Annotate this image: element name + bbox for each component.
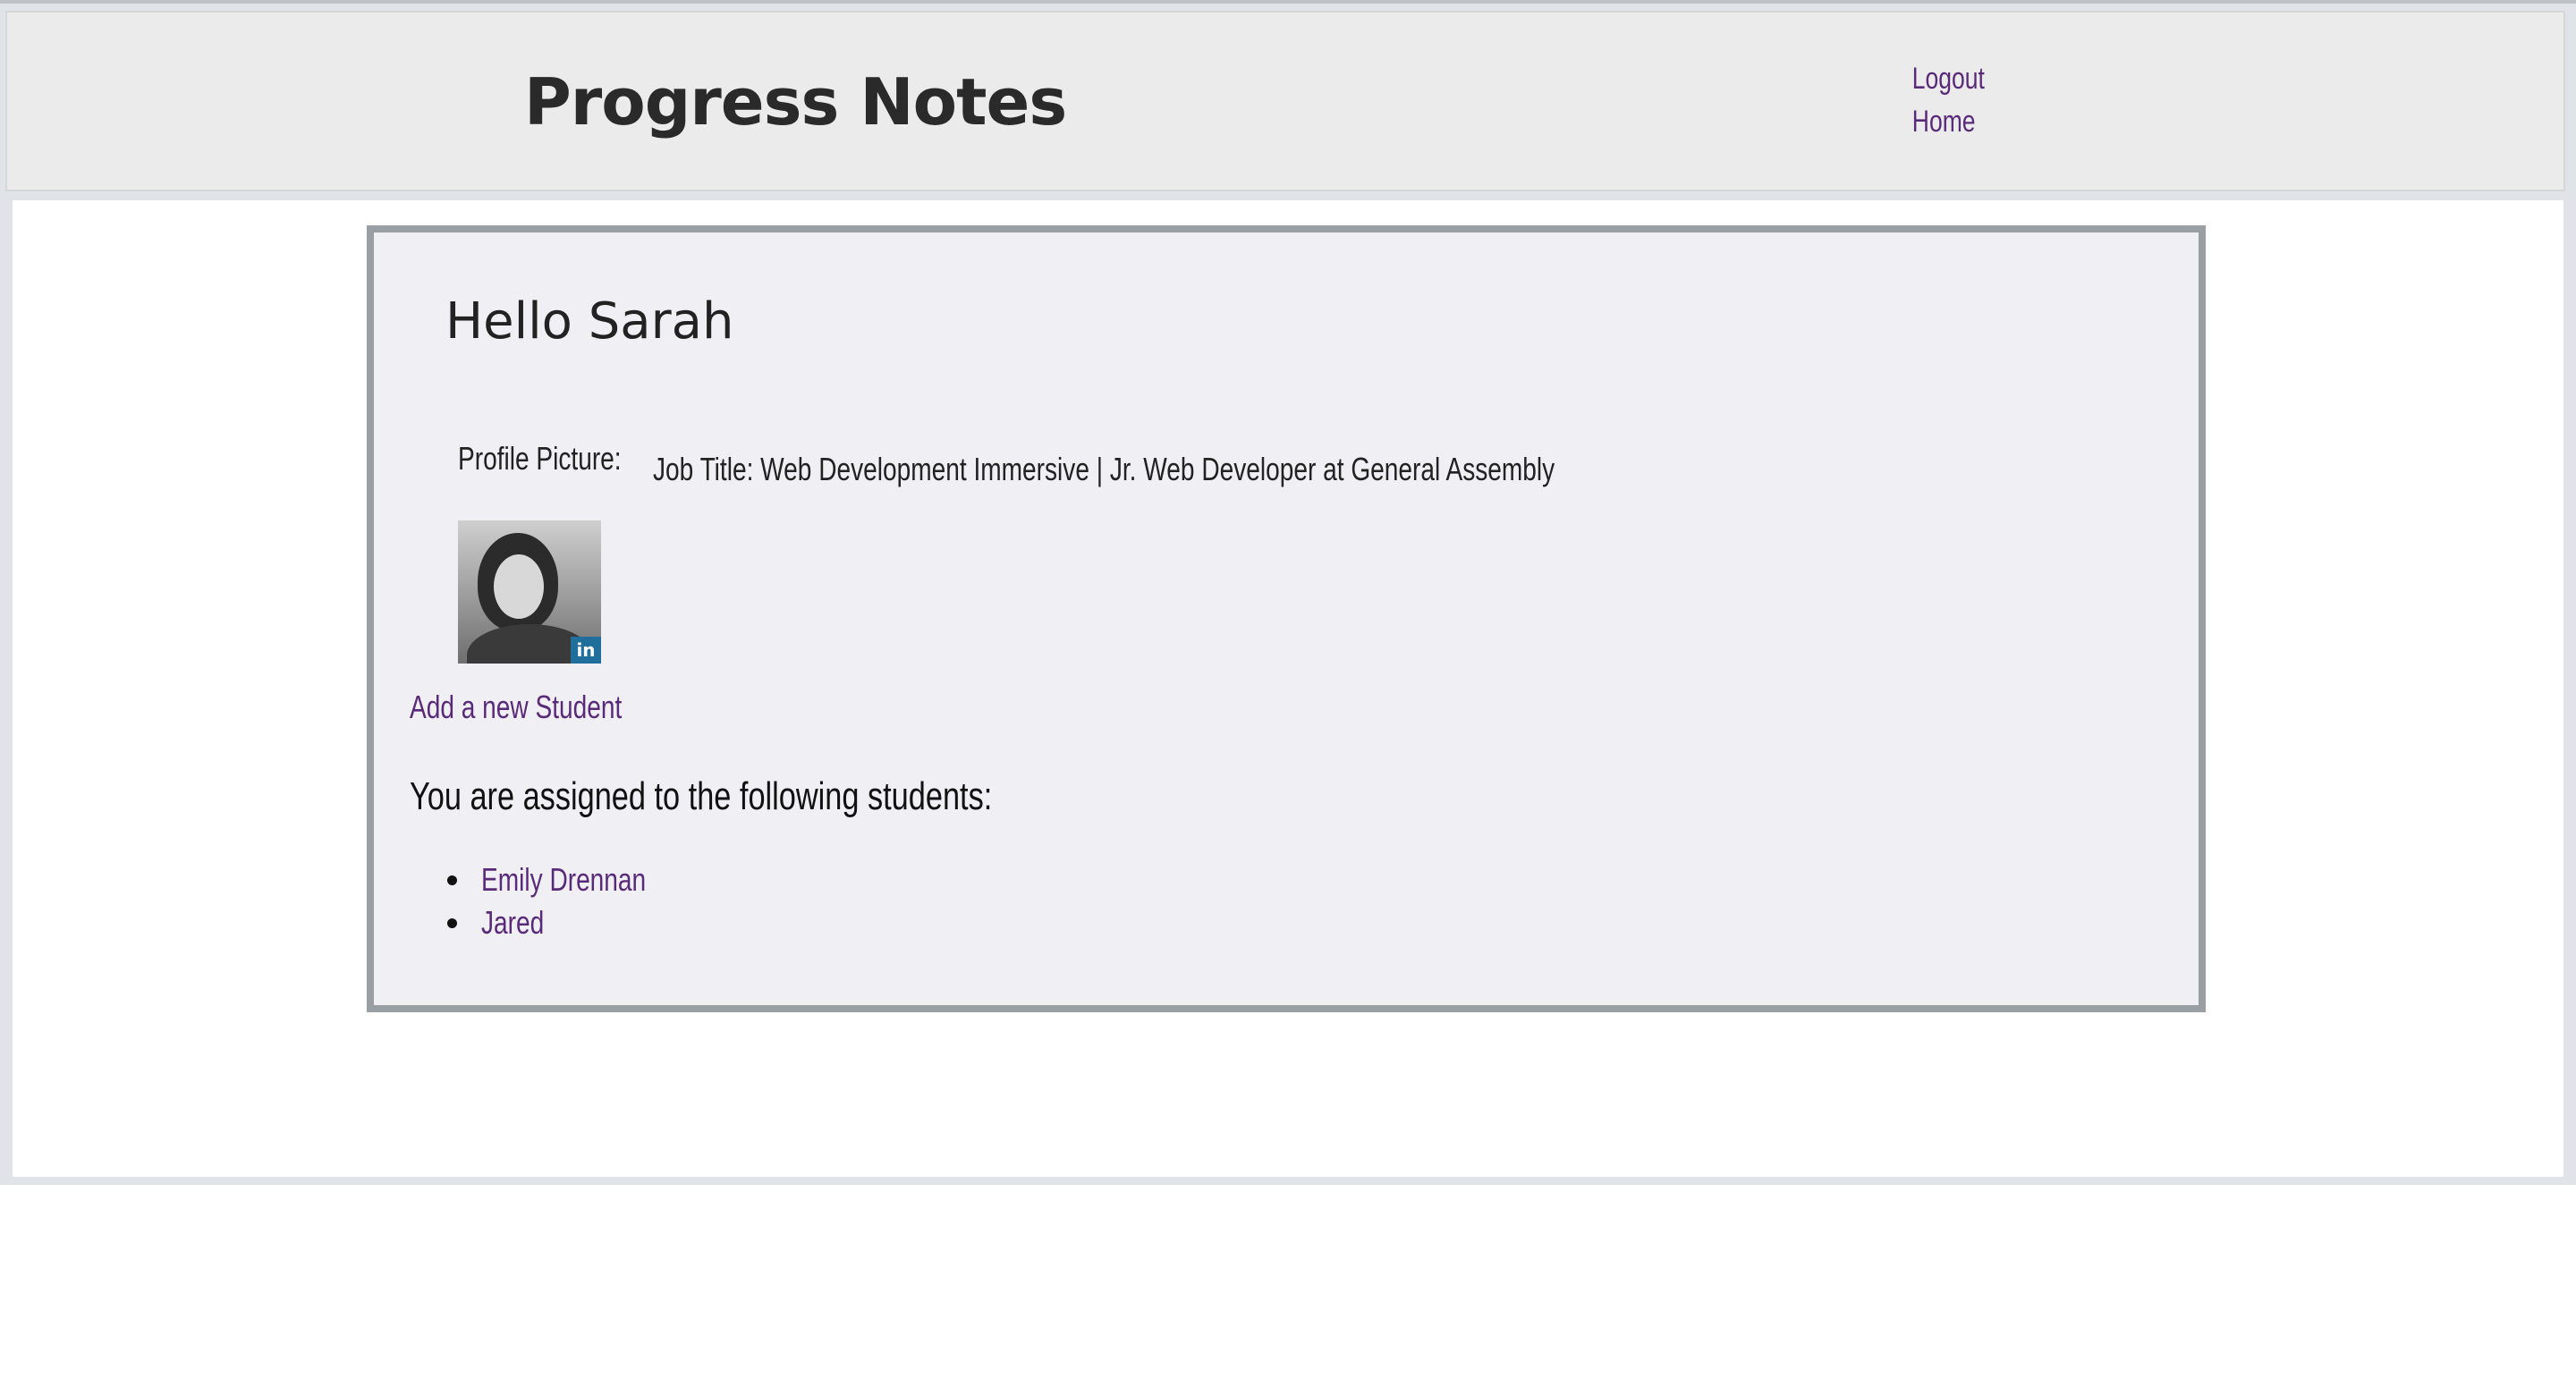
site-title: Progress Notes (524, 64, 1067, 140)
student-link-emily-drennan[interactable]: Emily Drennan (481, 861, 692, 898)
assigned-students-heading-text: You are assigned to the following studen… (410, 774, 993, 818)
main-content: Hello Sarah Profile Picture: Job Title: … (13, 200, 2563, 1177)
bullet-icon (447, 875, 457, 885)
home-link[interactable]: Home (1912, 100, 1976, 143)
add-student-link-text: Add a new Student (410, 689, 623, 725)
avatar-face (494, 554, 544, 619)
linkedin-icon: in (571, 637, 601, 664)
page-frame: Progress Notes Logout Home Hello Sarah P… (0, 0, 2576, 1185)
avatar: in (458, 520, 601, 664)
greeting-heading: Hello Sarah (445, 292, 734, 351)
profile-picture-label: Profile Picture: (458, 440, 667, 478)
add-student-link[interactable]: Add a new Student (410, 689, 682, 726)
student-name: Jared (481, 904, 545, 941)
job-title-text: Job Title: Web Development Immersive | J… (653, 451, 1555, 487)
bullet-icon (447, 918, 457, 928)
profile-card: Hello Sarah Profile Picture: Job Title: … (367, 225, 2206, 1012)
student-list: Emily Drennan Jared (410, 858, 692, 944)
top-nav: Logout Home (1894, 57, 1985, 143)
job-title: Job Title: Web Development Immersive | J… (653, 451, 1809, 488)
list-item: Jared (410, 901, 692, 944)
site-header: Progress Notes Logout Home (5, 11, 2565, 191)
logout-link[interactable]: Logout (1912, 57, 1985, 100)
list-item: Emily Drennan (410, 858, 692, 901)
student-link-jared[interactable]: Jared (481, 904, 562, 941)
assigned-students-heading: You are assigned to the following studen… (410, 774, 1157, 819)
profile-picture-label-text: Profile Picture: (458, 440, 622, 477)
student-name: Emily Drennan (481, 861, 647, 898)
